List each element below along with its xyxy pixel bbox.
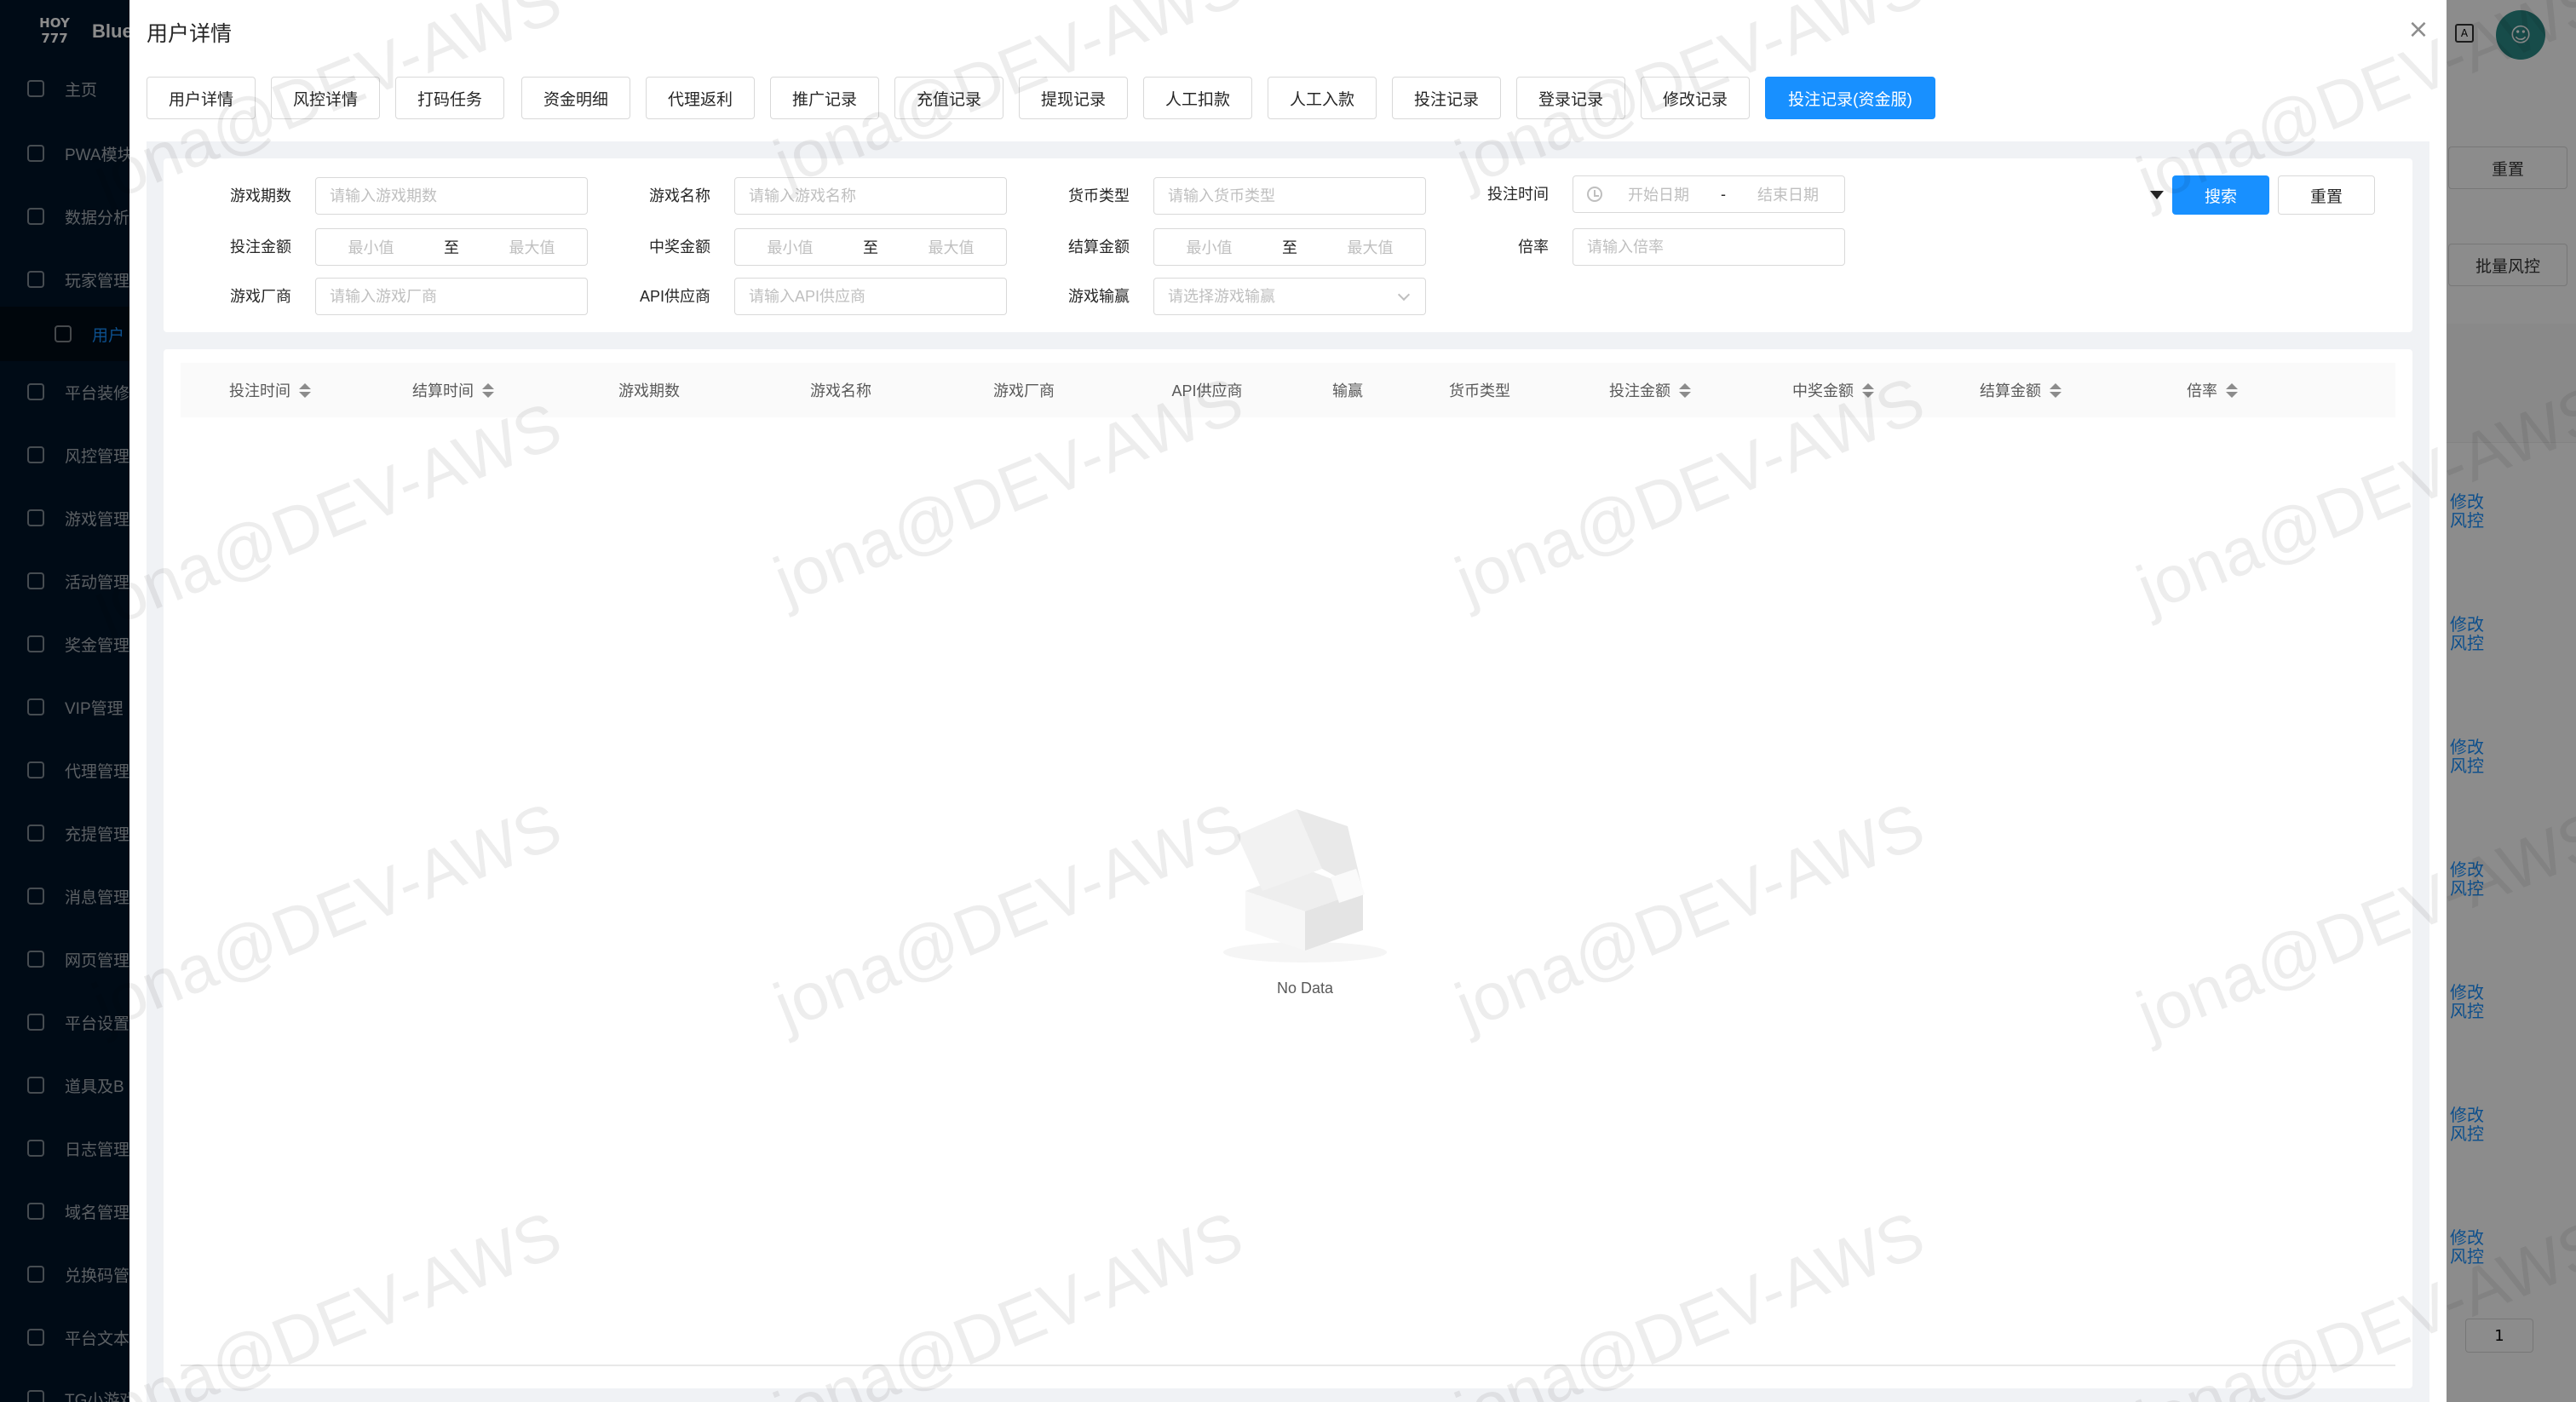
column-header: API供应商 bbox=[1118, 363, 1297, 417]
column-header-label: 中奖金额 bbox=[1792, 382, 1854, 399]
sort-icon[interactable] bbox=[1679, 382, 1691, 398]
clock-icon bbox=[1587, 187, 1602, 202]
tab-item[interactable]: 提现记录 bbox=[1019, 77, 1128, 119]
settle-amount-min-input[interactable]: 最小值 bbox=[1154, 236, 1264, 258]
vendor-label: 游戏厂商 bbox=[230, 288, 291, 305]
tab-item[interactable]: 用户详情 bbox=[147, 77, 256, 119]
records-table: 投注时间 结算时间 游戏期数 游戏名称 游戏厂商 API供应商 输赢 货币类型 投注金额 中奖金额… bbox=[164, 349, 2412, 1388]
sort-icon[interactable] bbox=[2226, 382, 2238, 398]
table-scrollbar[interactable] bbox=[181, 1365, 2395, 1366]
tab-item[interactable]: 充值记录 bbox=[894, 77, 1003, 119]
win-amount-range: 最小值 至 最大值 bbox=[734, 228, 1007, 266]
column-header: 游戏期数 bbox=[547, 363, 751, 417]
empty-text: No Data bbox=[1276, 980, 1334, 997]
search-button[interactable]: 搜索 bbox=[2172, 175, 2269, 215]
column-header-label: 结算时间 bbox=[412, 382, 474, 399]
win-lose-select[interactable]: 请选择游戏输赢 bbox=[1153, 278, 1426, 315]
column-header: 输赢 bbox=[1297, 363, 1399, 417]
column-header-label: 游戏厂商 bbox=[993, 382, 1055, 399]
tab-item[interactable]: 人工扣款 bbox=[1143, 77, 1252, 119]
tab-item[interactable]: 资金明细 bbox=[521, 77, 630, 119]
modal-title: 用户详情 bbox=[147, 22, 233, 46]
column-header-label: 投注金额 bbox=[1609, 382, 1670, 399]
bet-amount-range: 最小值 至 最大值 bbox=[315, 228, 588, 266]
settle-amount-max-input[interactable]: 最大值 bbox=[1315, 236, 1425, 258]
win-lose-placeholder: 请选择游戏输赢 bbox=[1168, 288, 1275, 305]
close-icon[interactable]: × bbox=[2404, 17, 2433, 46]
column-header-label: 结算金额 bbox=[1980, 382, 2041, 399]
empty-box-icon bbox=[1223, 809, 1387, 962]
game-name-label: 游戏名称 bbox=[649, 187, 710, 204]
bet-time-label: 投注时间 bbox=[1487, 186, 1549, 203]
column-header[interactable]: 结算时间 bbox=[359, 363, 547, 417]
range-separator: 至 bbox=[863, 239, 878, 256]
api-provider-input[interactable]: 请输入API供应商 bbox=[734, 278, 1007, 315]
column-header-label: API供应商 bbox=[1171, 382, 1243, 399]
end-date-input[interactable]: 结束日期 bbox=[1732, 183, 1844, 205]
range-separator: 至 bbox=[444, 239, 459, 256]
settle-amount-label: 结算金额 bbox=[1068, 238, 1130, 256]
column-header: 游戏厂商 bbox=[930, 363, 1118, 417]
collapse-toggle-icon[interactable] bbox=[2150, 191, 2164, 199]
currency-input[interactable]: 请输入货币类型 bbox=[1153, 177, 1426, 215]
tab-item[interactable]: 推广记录 bbox=[770, 77, 879, 119]
column-header-label: 倍率 bbox=[2187, 382, 2217, 399]
multiplier-label: 倍率 bbox=[1518, 238, 1549, 256]
range-separator: 至 bbox=[1282, 239, 1297, 256]
start-date-input[interactable]: 开始日期 bbox=[1602, 183, 1715, 205]
game-period-label: 游戏期数 bbox=[230, 187, 291, 204]
sort-icon[interactable] bbox=[2050, 382, 2061, 398]
bet-amount-min-input[interactable]: 最小值 bbox=[316, 236, 426, 258]
column-header[interactable]: 投注金额 bbox=[1561, 363, 1739, 417]
column-header[interactable]: 倍率 bbox=[2114, 363, 2310, 417]
game-name-input[interactable]: 请输入游戏名称 bbox=[734, 177, 1007, 215]
currency-label: 货币类型 bbox=[1068, 187, 1130, 204]
tab-item[interactable]: 人工入款 bbox=[1268, 77, 1377, 119]
table-header: 投注时间 结算时间 游戏期数 游戏名称 游戏厂商 API供应商 输赢 货币类型 投注金额 中奖金额… bbox=[181, 363, 2395, 417]
tab-item[interactable]: 修改记录 bbox=[1641, 77, 1750, 119]
sort-icon[interactable] bbox=[482, 382, 494, 398]
win-amount-max-input[interactable]: 最大值 bbox=[896, 236, 1006, 258]
bet-time-range-picker[interactable]: 开始日期 - 结束日期 bbox=[1573, 175, 1845, 213]
column-header-label: 投注时间 bbox=[229, 382, 290, 399]
tab-item[interactable]: 代理返利 bbox=[646, 77, 755, 119]
reset-button[interactable]: 重置 bbox=[2278, 175, 2375, 215]
column-header-label: 货币类型 bbox=[1449, 382, 1510, 399]
tab-item[interactable]: 投注记录(资金服) bbox=[1765, 77, 1935, 119]
column-header-label: 游戏期数 bbox=[618, 382, 680, 399]
api-provider-label: API供应商 bbox=[639, 288, 710, 305]
bet-amount-label: 投注金额 bbox=[230, 238, 291, 256]
multiplier-input[interactable]: 请输入倍率 bbox=[1573, 228, 1845, 266]
tab-item[interactable]: 登录记录 bbox=[1516, 77, 1625, 119]
settle-amount-range: 最小值 至 最大值 bbox=[1153, 228, 1426, 266]
column-header[interactable]: 投注时间 bbox=[181, 363, 359, 417]
filter-form: 游戏期数 请输入游戏期数 游戏名称 请输入游戏名称 货币类型 请输入货币类型 投… bbox=[164, 158, 2412, 332]
bet-amount-max-input[interactable]: 最大值 bbox=[477, 236, 587, 258]
user-detail-modal: 用户详情 × 用户详情 风控详情 打码任务 资金明细 代理返利 推广记录 充值记录 提现记录人… bbox=[83, 0, 2576, 1402]
date-separator: - bbox=[1721, 185, 1726, 203]
tab-item[interactable]: 风控详情 bbox=[271, 77, 380, 119]
game-period-input[interactable]: 请输入游戏期数 bbox=[315, 177, 588, 215]
tab-item[interactable]: 投注记录 bbox=[1392, 77, 1501, 119]
win-lose-label: 游戏输赢 bbox=[1068, 288, 1130, 305]
chevron-down-icon bbox=[1397, 288, 1411, 302]
empty-state: No Data bbox=[1203, 784, 1407, 1005]
win-amount-label: 中奖金额 bbox=[649, 238, 710, 256]
sort-icon[interactable] bbox=[1862, 382, 1874, 398]
sort-icon[interactable] bbox=[299, 382, 311, 398]
vendor-input[interactable]: 请输入游戏厂商 bbox=[315, 278, 588, 315]
column-header[interactable]: 中奖金额 bbox=[1739, 363, 1927, 417]
win-amount-min-input[interactable]: 最小值 bbox=[735, 236, 845, 258]
column-header[interactable]: 结算金额 bbox=[1927, 363, 2114, 417]
tab-item[interactable]: 打码任务 bbox=[395, 77, 504, 119]
column-header: 游戏名称 bbox=[751, 363, 930, 417]
column-header: 货币类型 bbox=[1399, 363, 1561, 417]
column-header-label: 输赢 bbox=[1332, 382, 1363, 399]
column-header-label: 游戏名称 bbox=[810, 382, 871, 399]
